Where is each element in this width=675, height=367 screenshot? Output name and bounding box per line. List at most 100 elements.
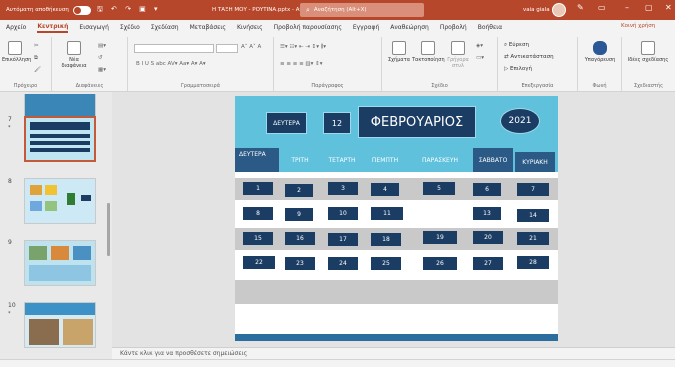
shape-outline-icon[interactable]: ▭▾ <box>476 55 484 61</box>
shape-fill-icon[interactable]: ◈▾ <box>476 43 483 49</box>
month-box[interactable]: ΦΕΒΡΟΥΑΡΙΟΣ <box>358 106 476 138</box>
find-button[interactable]: ⌕ Εύρεση <box>504 42 529 49</box>
arrange-button[interactable]: Τακτοποίηση <box>412 41 445 63</box>
day-cell[interactable]: 23 <box>285 257 315 270</box>
tab-help[interactable]: Βοήθεια <box>478 24 503 31</box>
tab-animations[interactable]: Κινήσεις <box>237 24 263 31</box>
tab-home[interactable]: Κεντρική <box>37 23 69 33</box>
day-cell[interactable]: 5 <box>423 182 455 195</box>
slide-canvas[interactable]: ΔΕΥΤΕΡΑ 12 ΦΕΒΡΟΥΑΡΙΟΣ 2021 ΔΕΥΤΕΡΑ ΤΡΙΤ… <box>235 96 558 341</box>
align-icons[interactable]: ≡ ≡ ≡ ≡ ▥▾ ⇕▾ <box>280 61 323 67</box>
search-box[interactable]: ⌕ Αναζήτηση (Alt+X) <box>300 3 424 17</box>
date-box[interactable]: 12 <box>323 112 351 134</box>
paste-button[interactable]: Επικόλληση <box>2 41 31 63</box>
quick-styles-button[interactable]: Γρήγορα στυλ <box>444 41 472 69</box>
font-format-icons[interactable]: B I U S abc AV▾ Aa▾ A▾ A▾ <box>136 61 206 67</box>
new-slide-button[interactable]: Νέα διαφάνεια <box>56 41 92 69</box>
autosave-toggle[interactable] <box>72 5 91 15</box>
weekday-wednesday[interactable]: ΤΕΤΑΡΤΗ <box>320 148 364 172</box>
day-cell[interactable]: 11 <box>371 207 403 220</box>
layout-icon[interactable]: ▤▾ <box>98 43 106 49</box>
slide-thumbnail-8[interactable] <box>24 178 96 224</box>
maximize-icon[interactable]: ▢ <box>645 3 653 12</box>
weekday-saturday[interactable]: ΣΑΒΒΑΤΟ <box>473 148 513 172</box>
tab-record[interactable]: Εγγραφή <box>353 24 379 31</box>
tab-insert[interactable]: Εισαγωγή <box>79 24 109 31</box>
day-cell[interactable]: 28 <box>517 256 549 269</box>
day-cell[interactable]: 3 <box>328 182 358 195</box>
shapes-button[interactable]: Σχήματα <box>386 41 412 63</box>
notes-pane[interactable]: Κάντε κλικ για να προσθέσετε σημειώσεις <box>112 347 675 359</box>
day-cell[interactable]: 19 <box>423 231 457 244</box>
tab-review[interactable]: Αναθεώρηση <box>390 24 429 31</box>
tab-draw[interactable]: Σχέδιο <box>120 24 140 31</box>
search-input[interactable]: Αναζήτηση (Alt+X) <box>314 7 367 13</box>
thumbnails-scroll-thumb[interactable] <box>107 203 110 256</box>
tab-transitions[interactable]: Μεταβάσεις <box>190 24 226 31</box>
day-box[interactable]: ΔΕΥΤΕΡΑ <box>266 112 307 134</box>
day-cell[interactable]: 8 <box>243 207 273 220</box>
day-cell[interactable]: 4 <box>371 183 399 196</box>
day-cell[interactable]: 10 <box>328 207 358 220</box>
day-cell[interactable]: 27 <box>473 257 503 270</box>
quick-access-icons[interactable]: 🖫 ↶ ↷ ▣ ▾ <box>97 5 161 16</box>
slide-star: * <box>8 311 11 317</box>
avatar[interactable] <box>552 3 566 17</box>
pen-icon[interactable]: ✎ <box>577 3 584 12</box>
day-cell[interactable]: 24 <box>328 257 358 270</box>
copy-icon[interactable]: ⧉ <box>34 55 38 62</box>
section-icon[interactable]: ▦▾ <box>98 67 106 73</box>
font-name-box[interactable] <box>134 44 214 53</box>
day-cell[interactable]: 14 <box>517 209 549 222</box>
weekday-thursday[interactable]: ΠΕΜΠΤΗ <box>365 148 405 172</box>
font-size-icons[interactable]: A˄ A˅ A <box>241 44 261 50</box>
day-cell[interactable]: 21 <box>517 232 549 245</box>
slide-thumbnail-10[interactable] <box>24 302 96 348</box>
day-cell[interactable]: 9 <box>285 208 313 221</box>
weekday-monday[interactable]: ΔΕΥΤΕΡΑ <box>235 148 279 172</box>
tab-slideshow[interactable]: Προβολή παρουσίασης <box>274 24 342 31</box>
year-box[interactable]: 2021 <box>500 108 540 134</box>
day-cell[interactable]: 2 <box>285 184 313 197</box>
slide-thumbnail-6[interactable] <box>24 94 96 118</box>
day-cell[interactable]: 1 <box>243 182 273 195</box>
day-cell[interactable]: 7 <box>517 183 549 196</box>
weekday-tuesday[interactable]: ΤΡΙΤΗ <box>281 148 319 172</box>
day-cell[interactable]: 26 <box>423 257 457 270</box>
notes-placeholder[interactable]: Κάντε κλικ για να προσθέσετε σημειώσεις <box>120 350 247 357</box>
reset-icon[interactable]: ↺ <box>98 55 103 61</box>
day-cell[interactable]: 20 <box>473 231 503 244</box>
tab-design[interactable]: Σχεδίαση <box>151 24 179 31</box>
cut-icon[interactable]: ✂ <box>34 43 39 49</box>
day-cell[interactable]: 25 <box>371 257 401 270</box>
close-icon[interactable]: ✕ <box>665 3 672 12</box>
tab-view[interactable]: Προβολή <box>440 24 467 31</box>
share-button[interactable]: Κοινή χρήση <box>621 23 655 29</box>
day-cell[interactable]: 22 <box>243 256 275 269</box>
slide-header: ΔΕΥΤΕΡΑ 12 ΦΕΒΡΟΥΑΡΙΟΣ 2021 <box>235 96 558 148</box>
font-size-box[interactable] <box>216 44 238 53</box>
slide-number: 9 <box>8 239 12 246</box>
weekday-friday[interactable]: ΠΑΡΑΣΚΕΥΗ <box>413 148 467 172</box>
day-cell[interactable]: 16 <box>285 232 315 245</box>
day-cell[interactable]: 17 <box>328 233 358 246</box>
replace-button[interactable]: ⇄ Αντικατάσταση <box>504 54 554 60</box>
slide-thumbnail-7[interactable] <box>24 116 96 162</box>
design-ideas-button[interactable]: Ιδέες σχεδίασης <box>626 41 670 63</box>
dictate-button[interactable]: Υπαγόρευση <box>580 41 620 63</box>
weekday-sunday[interactable]: ΚΥΡΙΑΚΗ <box>515 152 555 172</box>
day-cell[interactable]: 13 <box>473 207 501 220</box>
format-painter-icon[interactable]: 🖌 <box>34 67 41 73</box>
day-cell[interactable]: 6 <box>473 183 501 196</box>
arrange-icon <box>421 41 435 55</box>
select-button[interactable]: ▷ Επιλογή <box>504 66 532 72</box>
autosave-label: Αυτόματη αποθήκευση <box>6 7 69 13</box>
day-cell[interactable]: 18 <box>371 233 401 246</box>
tab-file[interactable]: Αρχείο <box>6 24 26 31</box>
minimize-icon[interactable]: – <box>625 3 629 12</box>
status-bar <box>0 359 675 367</box>
ribbon-display-icon[interactable]: ▭ <box>598 3 606 12</box>
day-cell[interactable]: 15 <box>243 232 273 245</box>
list-icons[interactable]: ☰▾ ☷▾ ⇤ ⇥ ↕▾ ⫼▾ <box>280 44 326 51</box>
slide-thumbnail-9[interactable] <box>24 240 96 286</box>
